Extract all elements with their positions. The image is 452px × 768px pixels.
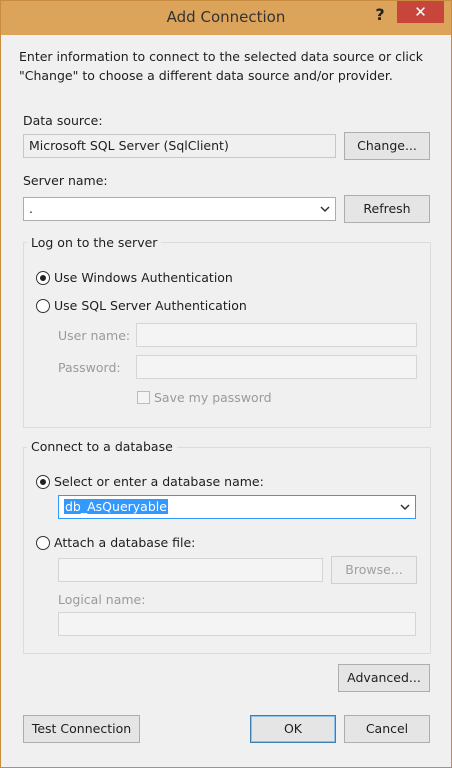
username-label: User name: [58, 328, 131, 343]
chevron-down-icon[interactable] [319, 201, 331, 217]
radio-selected-dot [40, 479, 46, 485]
save-password-label[interactable]: Save my password [154, 390, 272, 405]
close-button[interactable]: ✕ [397, 1, 444, 23]
server-name-combo[interactable]: . [23, 197, 336, 221]
sql-auth-label[interactable]: Use SQL Server Authentication [54, 298, 247, 313]
password-field[interactable] [136, 355, 417, 379]
cancel-button[interactable]: Cancel [344, 715, 430, 743]
data-source-label: Data source: [23, 113, 103, 128]
data-source-field: Microsoft SQL Server (SqlClient) [23, 134, 336, 158]
radio-selected-dot [40, 275, 46, 281]
select-database-label[interactable]: Select or enter a database name: [54, 474, 264, 489]
logical-name-label: Logical name: [58, 592, 146, 607]
change-button[interactable]: Change... [344, 132, 430, 160]
logon-group-title: Log on to the server [27, 235, 162, 250]
windows-auth-radio[interactable] [36, 271, 50, 285]
title-bar[interactable]: Add Connection ? ✕ [1, 1, 451, 35]
sql-auth-radio[interactable] [36, 299, 50, 313]
ok-button[interactable]: OK [250, 715, 336, 743]
server-name-label: Server name: [23, 173, 108, 188]
database-name-value: db_AsQueryable [64, 499, 168, 514]
database-group-title: Connect to a database [27, 439, 177, 454]
help-button[interactable]: ? [367, 4, 393, 28]
advanced-button[interactable]: Advanced... [338, 664, 430, 692]
username-field[interactable] [136, 323, 417, 347]
refresh-button[interactable]: Refresh [344, 195, 430, 223]
password-label: Password: [58, 360, 121, 375]
windows-auth-label[interactable]: Use Windows Authentication [54, 270, 233, 285]
save-password-checkbox[interactable] [137, 391, 150, 404]
dialog-description: Enter information to connect to the sele… [19, 49, 424, 83]
attach-database-label[interactable]: Attach a database file: [54, 535, 195, 550]
server-name-value: . [29, 201, 33, 216]
logical-name-field[interactable] [58, 612, 416, 636]
database-name-combo[interactable]: db_AsQueryable [58, 495, 416, 519]
browse-button[interactable]: Browse... [331, 556, 417, 584]
attach-database-radio[interactable] [36, 536, 50, 550]
chevron-down-icon[interactable] [399, 499, 411, 515]
add-connection-dialog: Add Connection ? ✕ Enter information to … [0, 0, 452, 768]
attach-file-field[interactable] [58, 558, 323, 582]
test-connection-button[interactable]: Test Connection [23, 715, 140, 743]
select-database-radio[interactable] [36, 475, 50, 489]
